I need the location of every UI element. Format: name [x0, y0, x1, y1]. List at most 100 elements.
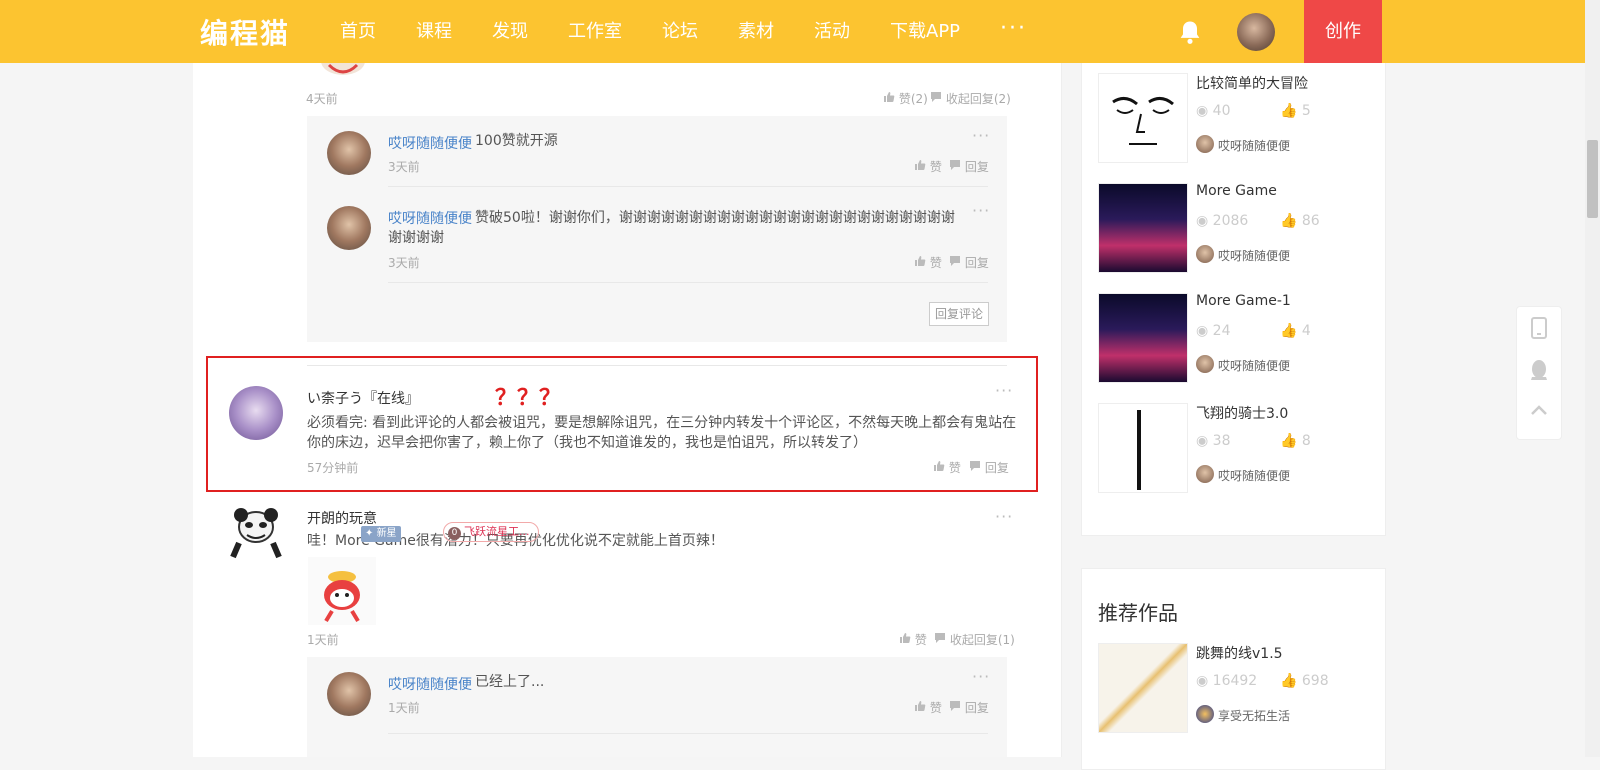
view-count: ◉ 40 [1196, 103, 1231, 119]
reply-text: 100赞就开源 [475, 133, 558, 149]
author-name[interactable]: 哎呀随随便便 [1218, 357, 1290, 374]
reply-reply-button[interactable]: 回复 [949, 158, 989, 175]
reply-username[interactable]: 哎呀随随便便 [388, 674, 472, 694]
reply-like-button[interactable]: 赞 [914, 699, 942, 716]
like-label: 赞 [929, 160, 942, 174]
face-sketch-thumbnail [1112, 97, 1174, 145]
qq-icon[interactable] [1530, 359, 1548, 381]
nav-discover[interactable]: 发现 [492, 0, 528, 63]
work-card[interactable]: 跳舞的线v1.5 ◉ 16492 👍 698 享受无拓生活 [1098, 643, 1368, 733]
author-avatar[interactable] [1196, 465, 1214, 483]
author-avatar[interactable] [1196, 355, 1214, 373]
nav-download-app[interactable]: 下载APP [890, 0, 960, 63]
like-count-value: 8 [1301, 433, 1311, 449]
reply-thread: 哎呀随随便便 已经上了... ··· 1天前 赞 回复 [307, 657, 1007, 757]
bell-icon[interactable] [1176, 18, 1204, 46]
thumb-up-icon: 👍 [1280, 213, 1298, 229]
user-avatar[interactable] [1237, 13, 1275, 51]
work-card[interactable]: More Game ◉ 2086 👍 86 哎呀随随便便 [1098, 183, 1368, 273]
thumb-up-icon [915, 701, 926, 711]
nav-home[interactable]: 首页 [340, 0, 376, 63]
like-count: 👍 698 [1280, 673, 1329, 689]
reply-thread: 哎呀随随便便 100赞就开源 ··· 3天前 赞 回复 哎呀随随便便 赞破50啦… [307, 116, 1007, 342]
like-count-value: 86 [1301, 213, 1320, 229]
collapse-replies-button[interactable]: 收起回复(1) [934, 631, 1015, 648]
reply-reply-button[interactable]: 回复 [949, 699, 989, 716]
reply-time: 1天前 [388, 701, 420, 715]
sticker-image [321, 63, 365, 75]
like-button[interactable]: 赞 [899, 631, 927, 648]
collapse-replies-button[interactable]: 收起回复(2) [930, 90, 1011, 107]
author-name[interactable]: 哎呀随随便便 [1218, 137, 1290, 154]
work-title[interactable]: 飞翔的骑士3.0 [1196, 403, 1288, 423]
work-thumbnail[interactable] [1098, 643, 1188, 733]
view-count-value: 40 [1212, 103, 1231, 119]
reply-avatar[interactable] [327, 672, 371, 716]
like-count: 赞(2) [898, 92, 928, 106]
more-options-icon[interactable]: ··· [972, 201, 990, 220]
reply-reply-button[interactable]: 回复 [949, 254, 989, 271]
reply-comment-button[interactable]: 回复评论 [929, 302, 989, 326]
create-button[interactable]: 创作 [1304, 0, 1382, 63]
divider [388, 733, 988, 734]
reply-text: 赞破50啦！谢谢你们，谢谢谢谢谢谢谢谢谢谢谢谢谢谢谢谢谢谢谢谢谢谢谢谢谢谢谢谢 [388, 210, 955, 246]
comment-icon [931, 92, 941, 102]
work-thumbnail[interactable] [1098, 73, 1188, 163]
phone-icon[interactable] [1530, 317, 1548, 339]
panda-avatar[interactable] [229, 505, 283, 559]
comment-username[interactable]: 开朗的玩意 [307, 508, 377, 528]
back-to-top-icon[interactable] [1530, 403, 1548, 417]
more-options-icon[interactable]: ··· [972, 667, 990, 686]
site-logo[interactable]: 编程猫 [200, 12, 290, 52]
author-avatar[interactable] [1196, 135, 1214, 153]
reply-username[interactable]: 哎呀随随便便 [388, 133, 472, 153]
nav-courses[interactable]: 课程 [416, 0, 452, 63]
author-name[interactable]: 享受无拓生活 [1218, 707, 1290, 724]
level-number: 0 [448, 527, 461, 540]
work-card[interactable]: More Game-1 ◉ 24 👍 4 哎呀随随便便 [1098, 293, 1368, 383]
reply-like-button[interactable]: 赞 [914, 158, 942, 175]
nav-more-icon[interactable]: ··· [1000, 0, 1027, 63]
author-works-panel: 比较简单的大冒险 ◉ 40 👍 5 哎呀随随便便 More Game ◉ 208… [1081, 63, 1386, 536]
work-title[interactable]: 跳舞的线v1.5 [1196, 643, 1283, 663]
work-title[interactable]: More Game-1 [1196, 293, 1291, 309]
comment-time: 1天前 [307, 633, 339, 647]
work-card[interactable]: 飞翔的骑士3.0 ◉ 38 👍 8 哎呀随随便便 [1098, 403, 1368, 493]
like-count: 👍 5 [1280, 103, 1311, 119]
work-thumbnail[interactable] [1098, 403, 1188, 493]
page-scrollbar[interactable] [1585, 0, 1600, 757]
more-options-icon[interactable]: ··· [995, 507, 1013, 526]
reply-like-button[interactable]: 赞 [914, 254, 942, 271]
collapse-replies-label: 收起回复(1) [949, 633, 1015, 647]
nav-forum[interactable]: 论坛 [662, 0, 698, 63]
nav-studio[interactable]: 工作室 [568, 0, 622, 63]
author-avatar[interactable] [1196, 705, 1214, 723]
level-title-badge[interactable]: 0 飞跃流星工... [443, 522, 539, 542]
eye-icon: ◉ [1196, 213, 1209, 229]
reply-avatar[interactable] [327, 131, 371, 175]
work-title[interactable]: More Game [1196, 183, 1277, 199]
author-name[interactable]: 哎呀随随便便 [1218, 467, 1290, 484]
nav-materials[interactable]: 素材 [738, 0, 774, 63]
more-options-icon[interactable]: ··· [972, 126, 990, 145]
author-name[interactable]: 哎呀随随便便 [1218, 247, 1290, 264]
work-card[interactable]: 比较简单的大冒险 ◉ 40 👍 5 哎呀随随便便 [1098, 73, 1368, 163]
badge-label: 新星 [376, 528, 397, 539]
comment-icon [950, 701, 960, 711]
thumb-up-icon [884, 92, 895, 102]
thumb-up-icon: 👍 [1280, 103, 1298, 119]
reply-avatar[interactable] [327, 206, 371, 250]
thumb-up-icon: 👍 [1280, 323, 1298, 339]
comment-time: 4天前 [306, 92, 338, 106]
nav-events[interactable]: 活动 [814, 0, 850, 63]
collapse-replies-label: 收起回复(2) [945, 92, 1011, 106]
work-title[interactable]: 比较简单的大冒险 [1196, 73, 1308, 93]
like-label: 赞 [929, 701, 942, 715]
work-thumbnail[interactable] [1098, 293, 1188, 383]
author-avatar[interactable] [1196, 245, 1214, 263]
scrollbar-thumb[interactable] [1587, 140, 1598, 218]
like-button[interactable]: 赞(2) [883, 90, 928, 107]
work-thumbnail[interactable] [1098, 183, 1188, 273]
eye-icon: ◉ [1196, 103, 1209, 119]
reply-label: 回复 [964, 256, 989, 270]
